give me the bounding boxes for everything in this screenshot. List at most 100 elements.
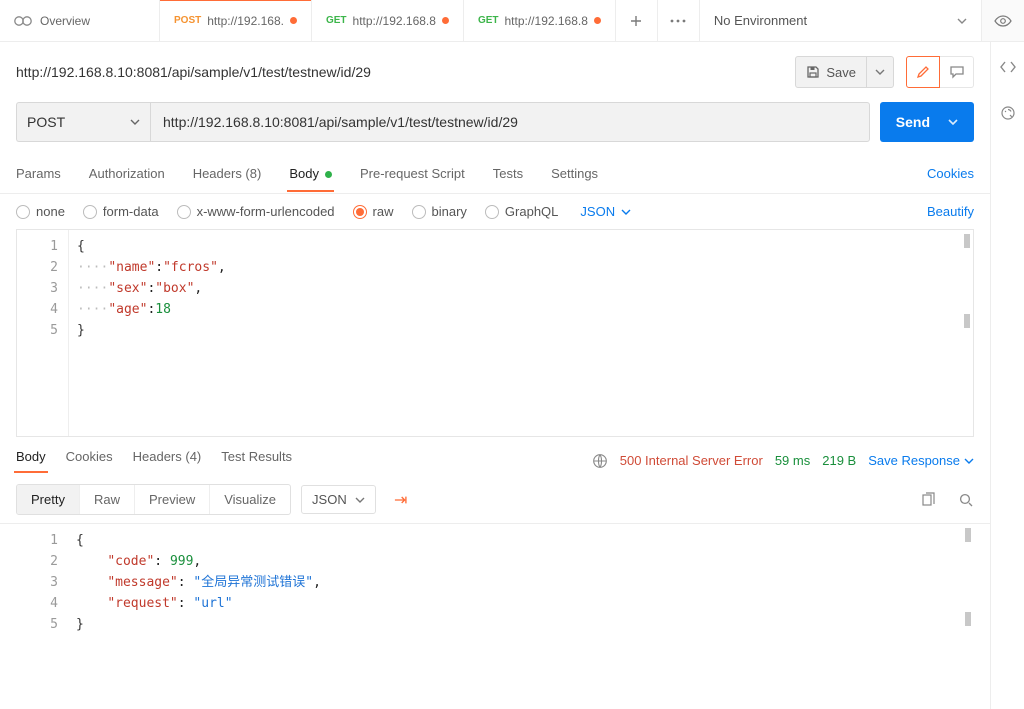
code-token: "message" — [107, 575, 177, 590]
environment-label: No Environment — [714, 13, 807, 28]
tab2-method: GET — [326, 15, 347, 26]
body-graphql-label: GraphQL — [505, 204, 558, 219]
tab-request-2[interactable]: GET http://192.168.8 — [312, 0, 464, 41]
environment-quicklook-button[interactable] — [982, 0, 1024, 41]
code-token: "name" — [108, 260, 155, 275]
resp-tab-cookies[interactable]: Cookies — [66, 449, 113, 472]
code-token: 999 — [170, 554, 193, 569]
comment-icon[interactable] — [940, 56, 974, 88]
save-label: Save — [826, 65, 856, 80]
tab-prerequest[interactable]: Pre-request Script — [360, 156, 465, 191]
code-token: "request" — [107, 596, 177, 611]
view-visualize[interactable]: Visualize — [209, 485, 290, 514]
code-token: 18 — [155, 302, 171, 317]
response-view-segment: Pretty Raw Preview Visualize — [16, 484, 291, 515]
body-formdata-label: form-data — [103, 204, 159, 219]
tab-settings[interactable]: Settings — [551, 156, 598, 191]
response-lang-label: JSON — [312, 492, 347, 507]
top-tab-bar: Overview POST http://192.168. GET http:/… — [0, 0, 1024, 42]
body-none-label: none — [36, 204, 65, 219]
beautify-link[interactable]: Beautify — [927, 204, 974, 219]
view-raw[interactable]: Raw — [79, 485, 134, 514]
response-time: 59 ms — [775, 453, 810, 468]
tab-headers[interactable]: Headers (8) — [193, 156, 262, 191]
info-icon[interactable] — [999, 104, 1017, 122]
copy-icon[interactable] — [920, 492, 936, 508]
unsaved-dot-icon — [290, 17, 297, 24]
cookies-link[interactable]: Cookies — [927, 166, 974, 181]
tab3-label: http://192.168.8 — [505, 14, 588, 28]
tab-body-label: Body — [289, 166, 319, 181]
new-tab-button[interactable] — [616, 0, 658, 41]
edit-icon[interactable] — [906, 56, 940, 88]
line-gutter: 12345 — [16, 524, 68, 644]
chevron-down-icon[interactable] — [948, 117, 958, 127]
tab3-method: GET — [478, 15, 499, 26]
response-body-editor[interactable]: 12345 { "code": 999, "message": "全局异常测试错… — [16, 524, 974, 644]
tab-tests[interactable]: Tests — [493, 156, 523, 191]
code-area[interactable]: { "code": 999, "message": "全局异常测试错误", "r… — [68, 524, 329, 644]
request-body-editor[interactable]: 12345 { ····"name":"fcros", ····"sex":"b… — [16, 229, 974, 437]
code-token: "sex" — [108, 281, 147, 296]
body-raw[interactable]: raw — [353, 204, 394, 219]
body-lang-select[interactable]: JSON — [580, 204, 631, 219]
resp-tab-body[interactable]: Body — [16, 449, 46, 472]
save-response-label: Save Response — [868, 453, 960, 468]
request-header: http://192.168.8.10:8081/api/sample/v1/t… — [0, 42, 990, 102]
scroll-indicator-icon — [964, 314, 970, 328]
request-tabs: Params Authorization Headers (8) Body Pr… — [0, 154, 990, 194]
chevron-down-icon — [130, 117, 140, 127]
chevron-down-icon — [621, 207, 631, 217]
request-row: POST Send — [0, 102, 990, 154]
code-icon[interactable] — [999, 60, 1017, 74]
body-graphql[interactable]: GraphQL — [485, 204, 558, 219]
overview-icon — [14, 15, 32, 27]
wrap-lines-icon[interactable]: ⇥ — [386, 490, 416, 510]
tab-request-3[interactable]: GET http://192.168.8 — [464, 0, 616, 41]
body-formdata[interactable]: form-data — [83, 204, 159, 219]
scroll-indicator-icon — [964, 234, 970, 248]
tab-more-button[interactable] — [658, 0, 700, 41]
send-button[interactable]: Send — [880, 102, 974, 142]
code-line: { — [76, 533, 84, 548]
code-line: { — [77, 239, 85, 254]
globe-icon[interactable] — [592, 453, 608, 469]
view-pretty[interactable]: Pretty — [17, 485, 79, 514]
body-xform[interactable]: x-www-form-urlencoded — [177, 204, 335, 219]
view-preview[interactable]: Preview — [134, 485, 209, 514]
save-response-button[interactable]: Save Response — [868, 453, 974, 468]
scroll-indicator-icon — [965, 528, 971, 542]
code-line: } — [77, 323, 85, 338]
body-none[interactable]: none — [16, 204, 65, 219]
chevron-down-icon[interactable] — [866, 57, 885, 87]
response-lang-select[interactable]: JSON — [301, 485, 376, 514]
resp-tab-headers[interactable]: Headers (4) — [133, 449, 202, 472]
code-token: "全局异常测试错误" — [193, 575, 313, 590]
chevron-down-icon — [957, 16, 967, 26]
save-icon — [806, 65, 820, 79]
code-area[interactable]: { ····"name":"fcros", ····"sex":"box", ·… — [69, 230, 234, 436]
tab-request-1[interactable]: POST http://192.168. — [160, 0, 312, 41]
save-button[interactable]: Save — [795, 56, 894, 88]
line-gutter: 12345 — [17, 230, 69, 436]
method-select[interactable]: POST — [16, 102, 150, 142]
tab-params[interactable]: Params — [16, 156, 61, 191]
status-code: 500 Internal Server Error — [620, 453, 763, 468]
tab-authorization[interactable]: Authorization — [89, 156, 165, 191]
resp-tab-results[interactable]: Test Results — [221, 449, 292, 472]
environment-selector[interactable]: No Environment — [700, 0, 982, 41]
send-label: Send — [896, 114, 930, 130]
url-input[interactable] — [150, 102, 870, 142]
body-raw-label: raw — [373, 204, 394, 219]
response-toolbar: Pretty Raw Preview Visualize JSON ⇥ — [0, 476, 990, 524]
search-icon[interactable] — [958, 492, 974, 508]
code-token: "code" — [107, 554, 154, 569]
code-token: "age" — [108, 302, 147, 317]
body-binary[interactable]: binary — [412, 204, 467, 219]
tab-overview-label: Overview — [40, 14, 90, 28]
tab-body[interactable]: Body — [289, 156, 332, 191]
response-tabs: Body Cookies Headers (4) Test Results 50… — [0, 437, 990, 476]
code-token: "fcros" — [163, 260, 218, 275]
unsaved-dot-icon — [594, 17, 601, 24]
tab-overview[interactable]: Overview — [0, 0, 160, 41]
